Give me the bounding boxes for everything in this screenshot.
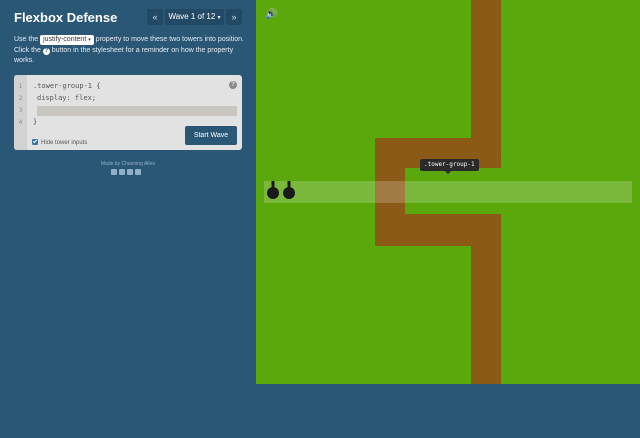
wave-selector[interactable]: Wave 1 of 12 ▾	[165, 9, 224, 25]
chevron-down-icon: ▾	[88, 37, 91, 43]
next-wave-button[interactable]: »	[226, 9, 242, 25]
tower	[267, 181, 279, 199]
facebook-icon[interactable]	[111, 169, 117, 175]
start-wave-button[interactable]: Start Wave	[185, 126, 237, 145]
speaker-icon[interactable]: 🔊	[265, 9, 277, 20]
line-number: 4	[18, 119, 23, 126]
line-gutter: 1 2 3 4	[14, 75, 27, 150]
social-links	[111, 169, 145, 175]
target-tooltip: .tower-group-1	[420, 159, 479, 174]
hide-tower-inputs-checkbox[interactable]	[32, 139, 38, 145]
enemy-path-segment	[471, 214, 501, 384]
instructions-text-1: Use the	[14, 36, 41, 43]
code-display-line: display: flex;	[37, 94, 97, 102]
line-number: 1	[18, 83, 23, 90]
previous-wave-button[interactable]: «	[147, 9, 163, 25]
line-number: 3	[18, 107, 23, 114]
wave-selector-label: Wave 1 of 12	[168, 12, 216, 21]
help-button[interactable]: ?	[229, 81, 237, 89]
chevron-down-icon: ▾	[217, 15, 221, 21]
game-board: 🔊 .tower-group-1	[256, 0, 640, 384]
credit-text: Made by Channing Allen	[100, 161, 156, 167]
line-number: 2	[18, 95, 23, 102]
linkedin-icon[interactable]	[127, 169, 133, 175]
property-dropdown-label: justify-content	[43, 36, 87, 43]
code-closing-brace: }	[33, 118, 38, 126]
help-icon: ?	[42, 47, 50, 55]
hide-tower-inputs-label: Hide tower inputs	[41, 140, 88, 146]
hide-tower-inputs-toggle[interactable]: Hide tower inputs	[32, 139, 87, 146]
instructions: Use the justify-content ▾ property to mo…	[14, 35, 244, 67]
github-icon[interactable]	[135, 169, 141, 175]
stylesheet-editor: 1 2 3 4 .tower-group-1 { display: flex; …	[14, 75, 242, 150]
tower-placement-row	[264, 181, 632, 203]
code-selector-line: .tower-group-1 {	[33, 82, 101, 90]
twitter-icon[interactable]	[119, 169, 125, 175]
property-dropdown[interactable]: justify-content ▾	[40, 35, 94, 45]
app-title: Flexbox Defense	[14, 10, 118, 25]
header: Flexbox Defense « Wave 1 of 12 ▾ »	[14, 8, 244, 28]
css-input[interactable]	[37, 106, 237, 116]
tower	[283, 181, 295, 199]
sidebar: Flexbox Defense « Wave 1 of 12 ▾ » Use t…	[0, 0, 256, 438]
